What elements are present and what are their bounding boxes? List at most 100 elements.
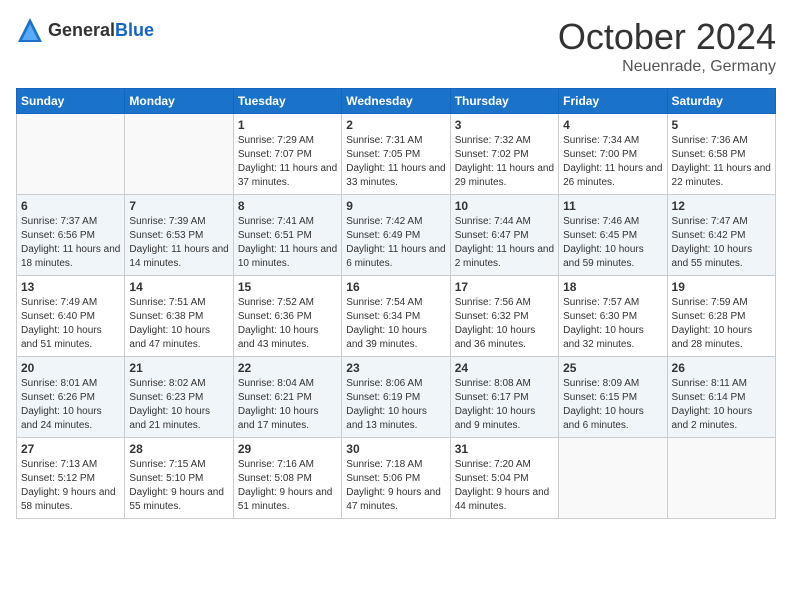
day-number: 9: [346, 199, 445, 213]
day-info: Sunrise: 7:54 AMSunset: 6:34 PMDaylight:…: [346, 296, 445, 352]
day-number: 22: [238, 361, 337, 375]
calendar-cell: 20Sunrise: 8:01 AMSunset: 6:26 PMDayligh…: [17, 357, 125, 438]
day-info: Sunrise: 7:36 AMSunset: 6:58 PMDaylight:…: [672, 134, 771, 190]
day-number: 28: [129, 442, 228, 456]
day-info-line: Daylight: 11 hours and 14 minutes.: [129, 244, 228, 269]
day-info: Sunrise: 7:47 AMSunset: 6:42 PMDaylight:…: [672, 215, 771, 271]
day-info-line: Sunset: 6:51 PM: [238, 230, 312, 241]
day-info: Sunrise: 7:46 AMSunset: 6:45 PMDaylight:…: [563, 215, 662, 271]
day-info: Sunrise: 7:59 AMSunset: 6:28 PMDaylight:…: [672, 296, 771, 352]
day-info: Sunrise: 7:44 AMSunset: 6:47 PMDaylight:…: [455, 215, 554, 271]
day-info-line: Sunset: 6:30 PM: [563, 311, 637, 322]
day-info-line: Sunset: 6:36 PM: [238, 311, 312, 322]
day-info-line: Sunrise: 7:46 AM: [563, 216, 639, 227]
day-number: 3: [455, 118, 554, 132]
day-info-line: Daylight: 10 hours and 43 minutes.: [238, 325, 319, 350]
calendar-cell: 30Sunrise: 7:18 AMSunset: 5:06 PMDayligh…: [342, 438, 450, 519]
day-info-line: Sunset: 6:19 PM: [346, 392, 420, 403]
day-info-line: Sunset: 6:28 PM: [672, 311, 746, 322]
weekday-header: Friday: [559, 89, 667, 114]
calendar-cell: 9 Sunrise: 7:42 AMSunset: 6:49 PMDaylight…: [342, 195, 450, 276]
calendar-cell: 12 Sunrise: 7:47 AMSunset: 6:42 PMDayligh…: [667, 195, 775, 276]
day-info-line: Daylight: 9 hours and 44 minutes.: [455, 487, 550, 512]
day-info-line: Daylight: 10 hours and 32 minutes.: [563, 325, 644, 350]
day-info-line: Sunrise: 7:51 AM: [129, 297, 205, 308]
calendar-week-row: 6Sunrise: 7:37 AMSunset: 6:56 PMDaylight…: [17, 195, 776, 276]
day-info-line: Sunrise: 7:15 AM: [129, 459, 205, 470]
day-info-line: Sunrise: 7:57 AM: [563, 297, 639, 308]
location-title: Neuenrade, Germany: [558, 58, 776, 76]
day-info: Sunrise: 7:42 AMSunset: 6:49 PMDaylight:…: [346, 215, 445, 271]
day-info-line: Sunrise: 7:56 AM: [455, 297, 531, 308]
calendar-cell: 11 Sunrise: 7:46 AMSunset: 6:45 PMDayligh…: [559, 195, 667, 276]
day-info-line: Sunset: 6:14 PM: [672, 392, 746, 403]
day-info-line: Daylight: 10 hours and 24 minutes.: [21, 406, 102, 431]
day-number: 1: [238, 118, 337, 132]
day-info-line: Daylight: 11 hours and 10 minutes.: [238, 244, 337, 269]
day-info-line: Sunrise: 7:49 AM: [21, 297, 97, 308]
calendar-cell: 2 Sunrise: 7:31 AMSunset: 7:05 PMDaylight…: [342, 114, 450, 195]
page-header: GeneralBlue October 2024 Neuenrade, Germ…: [16, 16, 776, 76]
calendar-cell: 1Sunrise: 7:29 AMSunset: 7:07 PMDaylight…: [233, 114, 341, 195]
day-number: 11: [563, 199, 662, 213]
day-number: 15: [238, 280, 337, 294]
day-info-line: Daylight: 9 hours and 55 minutes.: [129, 487, 224, 512]
day-number: 14: [129, 280, 228, 294]
day-info: Sunrise: 8:08 AMSunset: 6:17 PMDaylight:…: [455, 377, 554, 433]
calendar-cell: 15 Sunrise: 7:52 AM Sunset: 6:36 PM Dayligh…: [233, 276, 341, 357]
day-number: 2: [346, 118, 445, 132]
calendar-table: SundayMondayTuesdayWednesdayThursdayFrid…: [16, 88, 776, 519]
day-info-line: Sunset: 6:58 PM: [672, 149, 746, 160]
day-info-line: Daylight: 10 hours and 39 minutes.: [346, 325, 427, 350]
day-info-line: Sunrise: 7:52 AM: [238, 297, 314, 308]
day-info-line: Daylight: 10 hours and 28 minutes.: [672, 325, 753, 350]
day-info: Sunrise: 7:56 AMSunset: 6:32 PMDaylight:…: [455, 296, 554, 352]
day-info-line: Sunset: 6:38 PM: [129, 311, 203, 322]
day-number: 17: [455, 280, 554, 294]
day-info-line: Daylight: 11 hours and 33 minutes.: [346, 163, 445, 188]
day-info-line: Sunrise: 8:06 AM: [346, 378, 422, 389]
day-number: 5: [672, 118, 771, 132]
calendar-cell: 23Sunrise: 8:06 AMSunset: 6:19 PMDayligh…: [342, 357, 450, 438]
title-block: October 2024 Neuenrade, Germany: [558, 16, 776, 76]
day-number: 4: [563, 118, 662, 132]
day-info-line: Sunset: 6:56 PM: [21, 230, 95, 241]
day-info-line: Daylight: 10 hours and 2 minutes.: [672, 406, 753, 431]
day-number: 19: [672, 280, 771, 294]
calendar-cell: [17, 114, 125, 195]
calendar-cell: 19 Sunrise: 7:59 AMSunset: 6:28 PMDayligh…: [667, 276, 775, 357]
calendar-cell: [125, 114, 233, 195]
day-info-line: Sunset: 5:08 PM: [238, 473, 312, 484]
calendar-cell: 24Sunrise: 8:08 AMSunset: 6:17 PMDayligh…: [450, 357, 558, 438]
day-number: 18: [563, 280, 662, 294]
day-info-line: Sunrise: 7:13 AM: [21, 459, 97, 470]
weekday-header: Saturday: [667, 89, 775, 114]
day-info-line: Sunrise: 7:20 AM: [455, 459, 531, 470]
day-number: 13: [21, 280, 120, 294]
calendar-cell: [667, 438, 775, 519]
day-number: 31: [455, 442, 554, 456]
day-number: 10: [455, 199, 554, 213]
calendar-cell: 8Sunrise: 7:41 AMSunset: 6:51 PMDaylight…: [233, 195, 341, 276]
day-info-line: Sunrise: 7:54 AM: [346, 297, 422, 308]
day-info: Sunrise: 7:57 AM Sunset: 6:30 PM Daylight:…: [563, 296, 662, 352]
day-info: Sunrise: 7:41 AMSunset: 6:51 PMDaylight:…: [238, 215, 337, 271]
calendar-cell: 31Sunrise: 7:20 AMSunset: 5:04 PMDayligh…: [450, 438, 558, 519]
calendar-cell: 6Sunrise: 7:37 AMSunset: 6:56 PMDaylight…: [17, 195, 125, 276]
weekday-header: Sunday: [17, 89, 125, 114]
weekday-header: Tuesday: [233, 89, 341, 114]
day-info: Sunrise: 7:31 AMSunset: 7:05 PMDaylight:…: [346, 134, 445, 190]
day-info-line: Sunset: 5:06 PM: [346, 473, 420, 484]
day-info: Sunrise: 7:37 AMSunset: 6:56 PMDaylight:…: [21, 215, 120, 271]
day-info-line: Sunrise: 8:09 AM: [563, 378, 639, 389]
day-info-line: Sunset: 7:00 PM: [563, 149, 637, 160]
day-number: 12: [672, 199, 771, 213]
logo: GeneralBlue: [16, 16, 154, 44]
day-info-line: Daylight: 11 hours and 37 minutes.: [238, 163, 337, 188]
day-info-line: Sunrise: 7:29 AM: [238, 135, 314, 146]
day-info: Sunrise: 7:32 AMSunset: 7:02 PMDaylight:…: [455, 134, 554, 190]
day-info-line: Daylight: 11 hours and 2 minutes.: [455, 244, 554, 269]
day-info: Sunrise: 7:34 AMSunset: 7:00 PMDaylight:…: [563, 134, 662, 190]
logo-blue: Blue: [115, 20, 154, 40]
day-info: Sunrise: 8:04 AMSunset: 6:21 PMDaylight:…: [238, 377, 337, 433]
